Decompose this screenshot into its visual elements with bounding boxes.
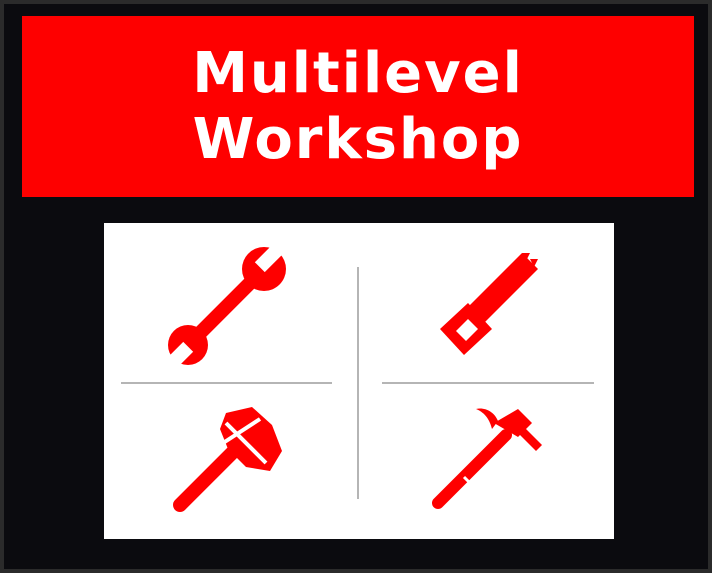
horizontal-divider-left: [121, 382, 332, 384]
vertical-divider: [357, 267, 359, 499]
stone-hammer-icon: [170, 405, 286, 515]
wrench-icon: [166, 245, 286, 367]
claw-hammer-icon: [424, 403, 554, 515]
title-banner: Multilevel Workshop: [22, 16, 694, 197]
horizontal-divider-right: [382, 382, 594, 384]
tools-panel: [104, 223, 614, 539]
title-line-2: Workshop: [192, 106, 524, 172]
saw-icon: [434, 251, 544, 363]
title-line-1: Multilevel: [192, 40, 524, 106]
